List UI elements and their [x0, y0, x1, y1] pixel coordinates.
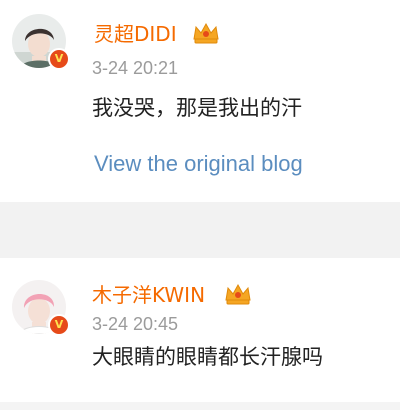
view-original-blog-link[interactable]: View the original blog	[94, 151, 303, 177]
vip-crown-icon	[193, 22, 219, 44]
verified-icon: V	[48, 48, 70, 70]
section-separator	[0, 202, 400, 258]
weibo-feed: V 灵超DIDI 3-24 20:21 我没哭，那是我出的汗 View the …	[0, 0, 400, 410]
post-card: V 木子洋KWIN 3-24 20:45 大眼睛的眼睛都长汗腺吗	[0, 258, 400, 410]
divider	[0, 402, 400, 410]
post-timestamp: 3-24 20:45	[92, 314, 179, 334]
username[interactable]: 灵超DIDI	[94, 22, 177, 46]
avatar[interactable]: V	[12, 14, 70, 70]
verified-icon: V	[48, 314, 70, 336]
avatar[interactable]: V	[12, 280, 70, 336]
post-card: V 灵超DIDI 3-24 20:21 我没哭，那是我出的汗 View the …	[0, 0, 400, 202]
post-timestamp: 3-24 20:21	[92, 58, 179, 78]
vip-crown-icon	[225, 283, 251, 305]
post-content: 我没哭，那是我出的汗	[92, 96, 302, 120]
post-content: 大眼睛的眼睛都长汗腺吗	[92, 345, 323, 369]
username[interactable]: 木子洋KWIN	[92, 283, 205, 307]
